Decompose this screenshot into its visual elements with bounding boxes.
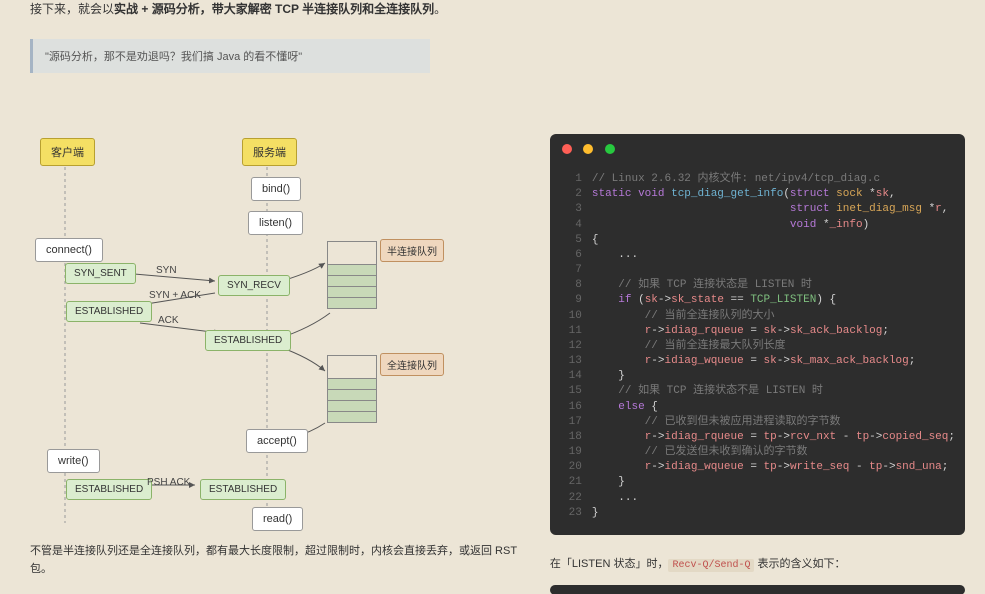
- syn-ack-label: SYN + ACK: [149, 290, 201, 301]
- psh-ack-label: PSH ACK: [147, 477, 190, 488]
- intro-pre: 接下来，就会以: [30, 2, 114, 16]
- code-line: 11 r->idiag_rqueue = sk->sk_ack_backlog;: [560, 324, 955, 339]
- code-line: 16 else {: [560, 400, 955, 415]
- code-titlebar: [550, 134, 965, 164]
- intro-text: 接下来，就会以实战 + 源码分析，带大家解密 TCP 半连接队列和全连接队列。: [30, 0, 520, 17]
- code-line: 12 // 当前全连接最大队列长度: [560, 339, 955, 354]
- inline-code: Recv-Q/Send-Q: [668, 559, 754, 572]
- intro-post: 。: [434, 2, 446, 16]
- code-line: 22 ...: [560, 491, 955, 506]
- ack-label: ACK: [158, 315, 179, 326]
- code-line: 23}: [560, 506, 955, 521]
- read-box: read(): [252, 507, 303, 531]
- connect-box: connect(): [35, 238, 103, 262]
- half-queue-label: 半连接队列: [380, 239, 444, 262]
- code-line: 4 void *_info): [560, 218, 955, 233]
- code-line: 9 if (sk->sk_state == TCP_LISTEN) {: [560, 293, 955, 308]
- minimize-icon: [583, 144, 593, 154]
- code-line: 1// Linux 2.6.32 内核文件: net/ipv4/tcp_diag…: [560, 172, 955, 187]
- code-line: 18 r->idiag_rqueue = tp->rcv_nxt - tp->c…: [560, 430, 955, 445]
- code-line: 21 }: [560, 475, 955, 490]
- code-line: 14 }: [560, 369, 955, 384]
- code-line: 7: [560, 263, 955, 278]
- syn-label: SYN: [156, 265, 177, 276]
- maximize-icon: [605, 144, 615, 154]
- syn-recv-box: SYN_RECV: [218, 275, 290, 296]
- client-box: 客户端: [40, 138, 95, 166]
- full-queue-graphic: [327, 355, 377, 423]
- code-line: 13 r->idiag_wqueue = sk->sk_max_ack_back…: [560, 354, 955, 369]
- server-box: 服务端: [242, 138, 297, 166]
- blockquote: "源码分析，那不是劝退吗？我们搞 Java 的看不懂呀": [30, 39, 430, 73]
- code-line: 17 // 已收到但未被应用进程读取的字节数: [560, 415, 955, 430]
- code-line: 19 // 已发送但未收到确认的字节数: [560, 445, 955, 460]
- close-icon: [562, 144, 572, 154]
- established2-box: ESTABLISHED: [205, 330, 291, 351]
- half-queue-graphic: [327, 241, 377, 309]
- code-body: 1// Linux 2.6.32 内核文件: net/ipv4/tcp_diag…: [550, 164, 965, 535]
- syn-sent-box: SYN_SENT: [65, 263, 136, 284]
- established1-box: ESTABLISHED: [66, 301, 152, 322]
- code-line: 3 struct inet_diag_msg *r,: [560, 202, 955, 217]
- code-line: 8 // 如果 TCP 连接状态是 LISTEN 时: [560, 278, 955, 293]
- listen-box: listen(): [248, 211, 303, 235]
- code-line: 5{: [560, 233, 955, 248]
- established3-box: ESTABLISHED: [66, 479, 152, 500]
- established4-box: ESTABLISHED: [200, 479, 286, 500]
- accept-box: accept(): [246, 429, 308, 453]
- write-box: write(): [47, 449, 100, 473]
- intro-bold: 实战 + 源码分析，带大家解密 TCP 半连接队列和全连接队列: [114, 2, 434, 16]
- code-line: 2static void tcp_diag_get_info(struct so…: [560, 187, 955, 202]
- full-queue-label: 全连接队列: [380, 353, 444, 376]
- code-line: 15 // 如果 TCP 连接状态不是 LISTEN 时: [560, 384, 955, 399]
- code-line: 20 r->idiag_wqueue = tp->write_seq - tp-…: [560, 460, 955, 475]
- code-window: 1// Linux 2.6.32 内核文件: net/ipv4/tcp_diag…: [550, 134, 965, 535]
- code-line: 10 // 当前全连接队列的大小: [560, 309, 955, 324]
- bind-box: bind(): [251, 177, 301, 201]
- code-line: 6 ...: [560, 248, 955, 263]
- after-diagram-text: 不管是半连接队列还是全连接队列，都有最大长度限制，超过限制时，内核会直接丢弃，或…: [30, 543, 520, 578]
- after-code-post: 表示的含义如下：: [754, 558, 845, 570]
- after-code-text: 在「LISTEN 状态」时，Recv-Q/Send-Q 表示的含义如下：: [550, 555, 965, 571]
- after-code-pre: 在「LISTEN 状态」时，: [550, 558, 669, 570]
- tcp-handshake-diagram: 客户端 服务端 bind() listen() connect() SYN_SE…: [30, 133, 450, 533]
